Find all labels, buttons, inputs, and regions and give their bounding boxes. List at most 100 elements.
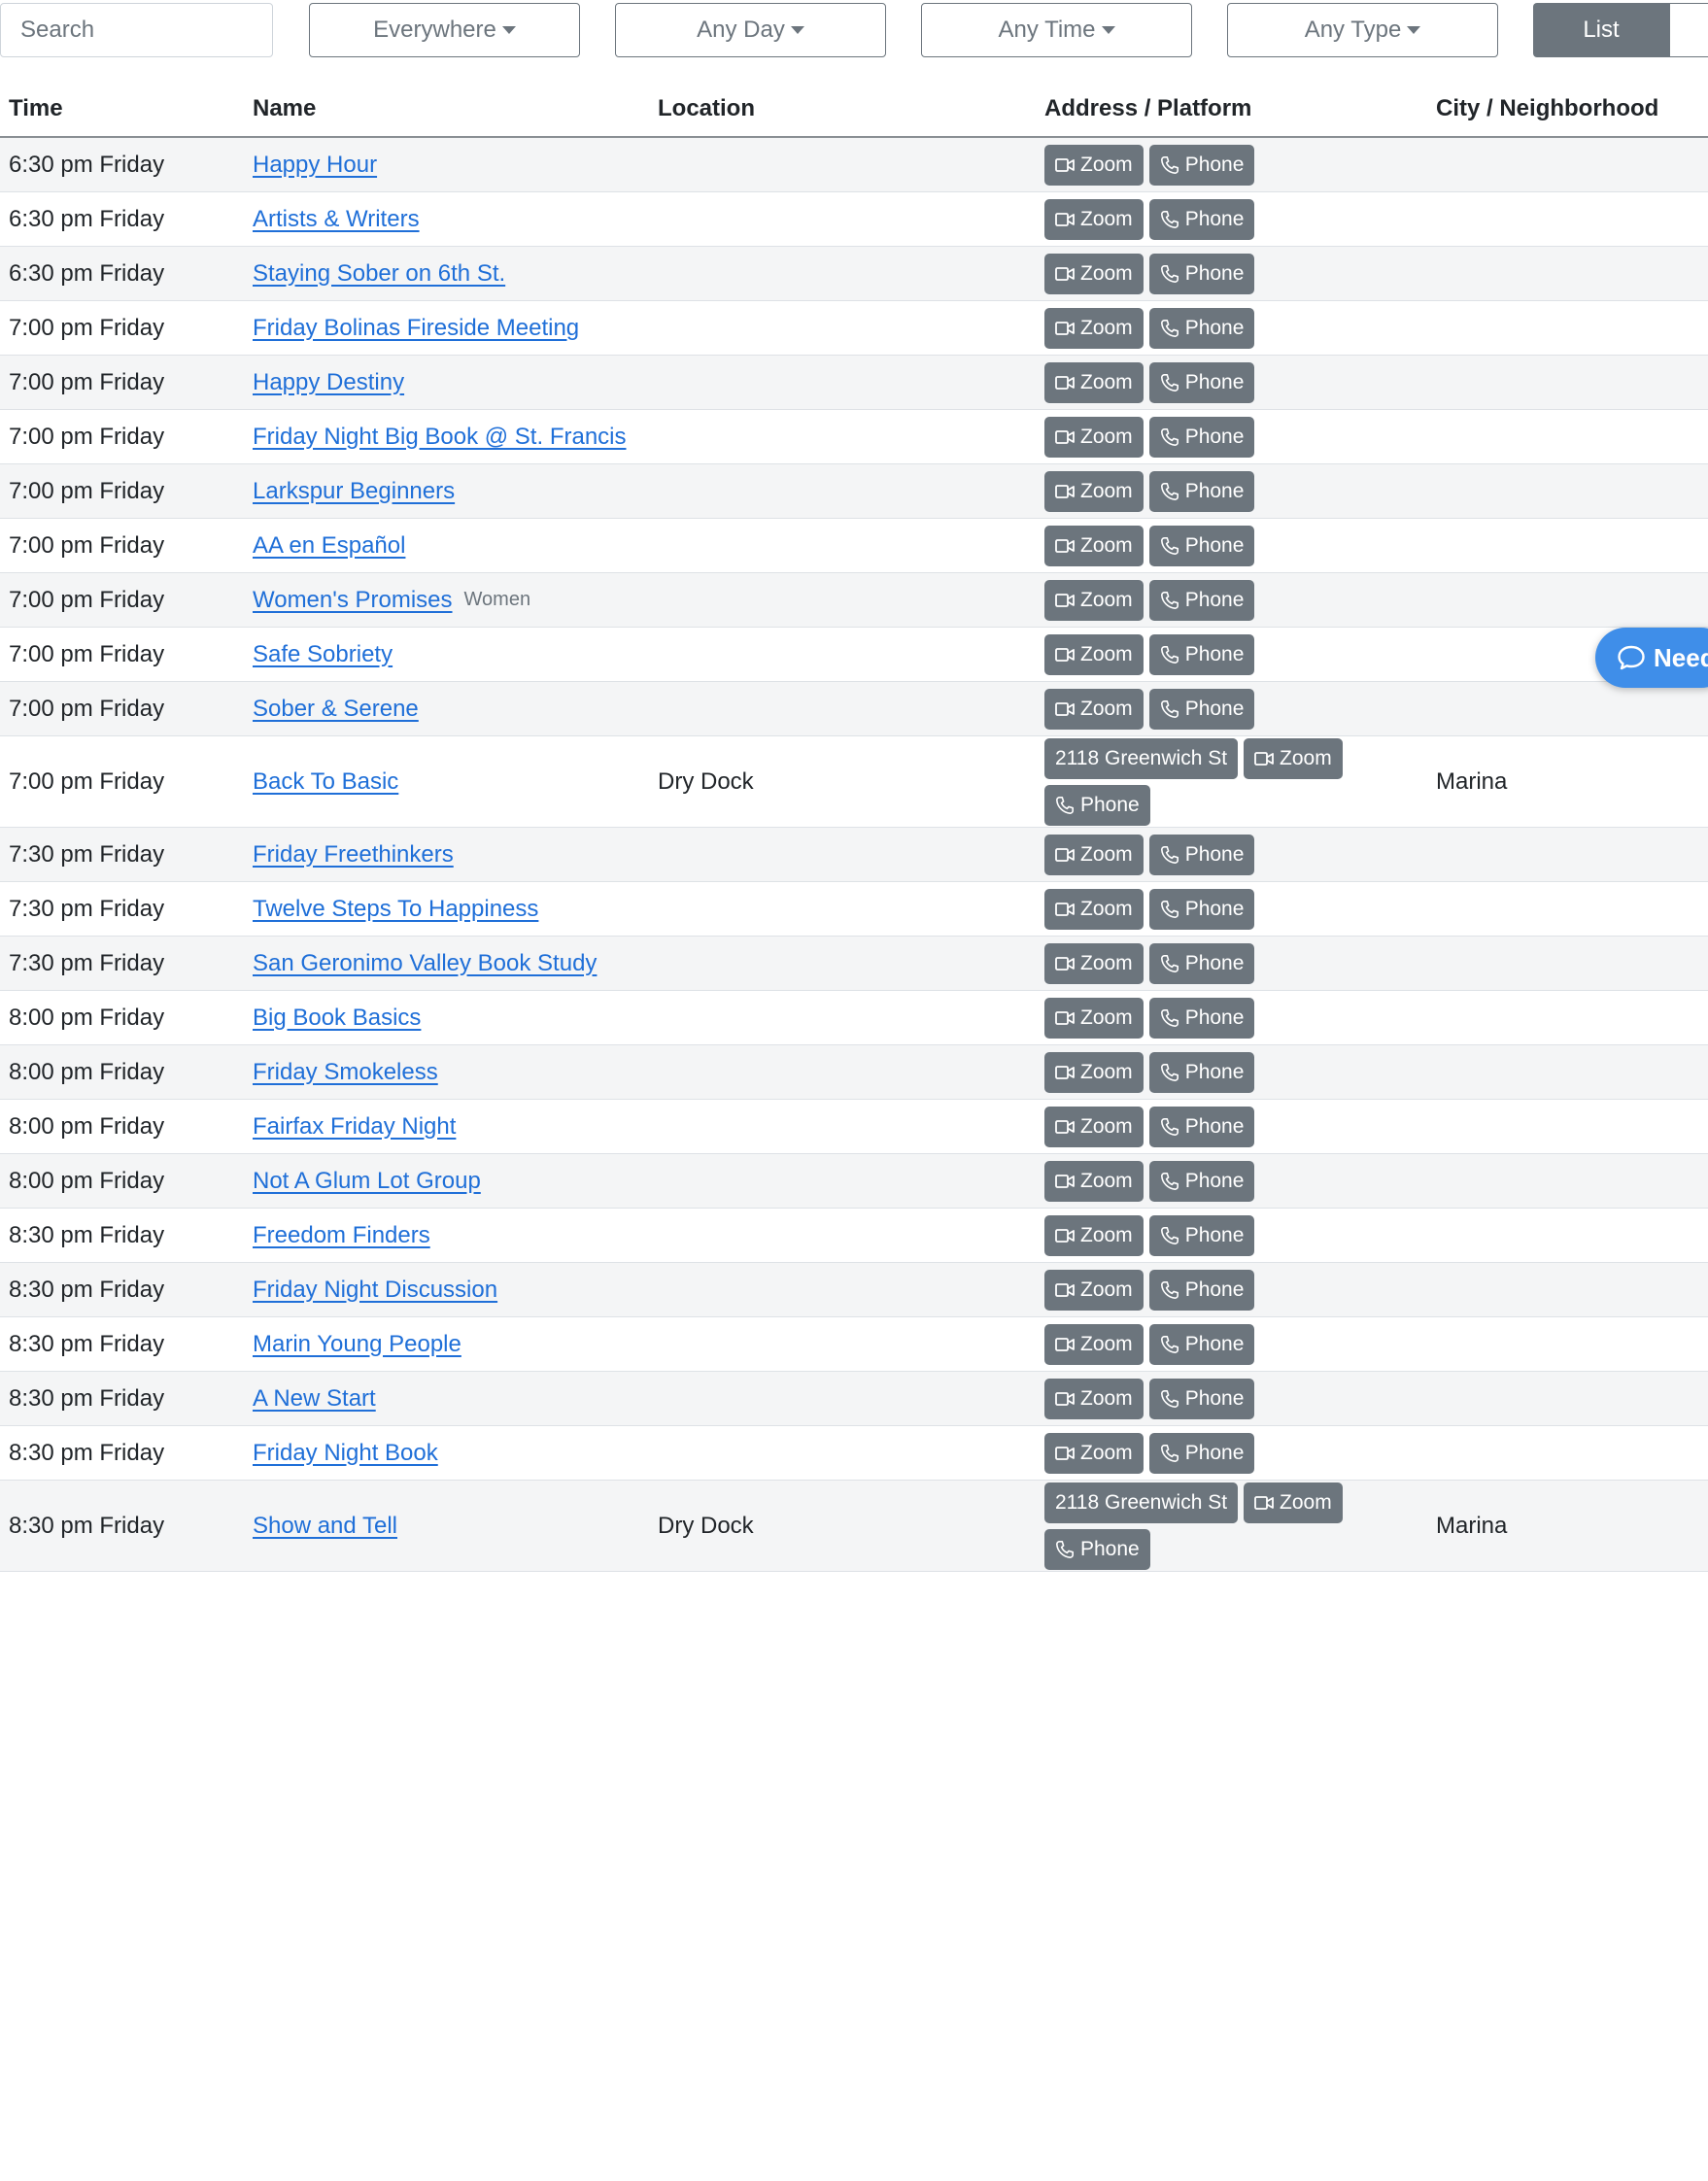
zoom-badge[interactable]: Zoom [1044, 633, 1144, 675]
zoom-badge[interactable]: Zoom [1044, 1051, 1144, 1093]
zoom-badge[interactable]: Zoom [1044, 1378, 1144, 1419]
phone-badge[interactable]: Phone [1148, 416, 1255, 458]
zoom-badge[interactable]: Zoom [1044, 307, 1144, 349]
zoom-badge[interactable]: Zoom [1044, 688, 1144, 730]
phone-icon [1160, 645, 1179, 664]
phone-badge[interactable]: Phone [1148, 307, 1255, 349]
zoom-badge[interactable]: Zoom [1044, 470, 1144, 512]
phone-badge[interactable]: Phone [1148, 1051, 1255, 1093]
phone-badge[interactable]: Phone [1148, 1106, 1255, 1147]
header-name[interactable]: Name [253, 97, 316, 120]
header-time[interactable]: Time [9, 97, 63, 120]
meeting-name-link[interactable]: Not A Glum Lot Group [253, 1168, 481, 1195]
zoom-badge[interactable]: Zoom [1044, 144, 1144, 186]
meeting-name-cell: AA en Español [253, 519, 405, 572]
meeting-name-link[interactable]: Friday Night Big Book @ St. Francis [253, 424, 627, 451]
phone-badge[interactable]: Phone [1148, 144, 1255, 186]
map-view-button[interactable] [1669, 3, 1708, 57]
meeting-name-link[interactable]: Staying Sober on 6th St. [253, 260, 505, 288]
zoom-badge[interactable]: Zoom [1044, 361, 1144, 403]
meeting-platforms: Zoom Phone [1044, 519, 1375, 572]
video-camera-icon [1055, 1391, 1075, 1406]
zoom-badge[interactable]: Zoom [1044, 525, 1144, 566]
video-camera-icon [1055, 1119, 1075, 1134]
meeting-name-link[interactable]: San Geronimo Valley Book Study [253, 950, 597, 977]
header-address[interactable]: Address / Platform [1044, 97, 1251, 120]
meeting-name-link[interactable]: AA en Español [253, 532, 405, 560]
type-dropdown[interactable]: Any Type [1227, 3, 1498, 57]
zoom-badge[interactable]: Zoom [1044, 834, 1144, 875]
time-dropdown[interactable]: Any Time [921, 3, 1192, 57]
meeting-name-link[interactable]: Sober & Serene [253, 696, 419, 723]
phone-badge[interactable]: Phone [1148, 834, 1255, 875]
zoom-badge[interactable]: Zoom [1044, 1160, 1144, 1202]
meeting-name-link[interactable]: Happy Hour [253, 152, 377, 179]
zoom-badge[interactable]: Zoom [1044, 997, 1144, 1039]
phone-badge[interactable]: Phone [1044, 1528, 1150, 1570]
zoom-badge[interactable]: Zoom [1044, 1269, 1144, 1311]
zoom-badge[interactable]: Zoom [1044, 416, 1144, 458]
phone-badge-label: Phone [1184, 1060, 1245, 1083]
zoom-badge[interactable]: Zoom [1044, 888, 1144, 930]
meeting-name-link[interactable]: Marin Young People [253, 1331, 461, 1358]
phone-badge[interactable]: Phone [1148, 1269, 1255, 1311]
phone-badge[interactable]: Phone [1148, 198, 1255, 240]
zoom-badge[interactable]: Zoom [1044, 1214, 1144, 1256]
zoom-badge[interactable]: Zoom [1044, 942, 1144, 984]
meeting-name-link[interactable]: Freedom Finders [253, 1222, 430, 1249]
phone-badge[interactable]: Phone [1148, 942, 1255, 984]
meeting-name-link[interactable]: Friday Freethinkers [253, 841, 454, 869]
zoom-badge[interactable]: Zoom [1044, 579, 1144, 621]
phone-badge[interactable]: Phone [1148, 579, 1255, 621]
zoom-badge[interactable]: Zoom [1044, 1432, 1144, 1474]
phone-badge[interactable]: Phone [1148, 688, 1255, 730]
phone-badge[interactable]: Phone [1148, 1323, 1255, 1365]
phone-badge[interactable]: Phone [1148, 1160, 1255, 1202]
meeting-name-link[interactable]: Safe Sobriety [253, 641, 393, 668]
meeting-name-link[interactable]: Happy Destiny [253, 369, 404, 396]
phone-badge[interactable]: Phone [1044, 784, 1150, 826]
header-city[interactable]: City / Neighborhood [1436, 97, 1658, 120]
phone-badge[interactable]: Phone [1148, 361, 1255, 403]
meeting-time: 8:00 pm Friday [9, 1100, 164, 1153]
phone-badge[interactable]: Phone [1148, 1214, 1255, 1256]
phone-badge[interactable]: Phone [1148, 470, 1255, 512]
zoom-badge[interactable]: Zoom [1044, 1323, 1144, 1365]
list-view-button[interactable]: List [1533, 3, 1669, 57]
phone-badge[interactable]: Phone [1148, 525, 1255, 566]
meeting-name-link[interactable]: Show and Tell [253, 1513, 397, 1540]
zoom-badge[interactable]: Zoom [1244, 1482, 1343, 1523]
meeting-platforms: Zoom Phone [1044, 882, 1375, 936]
meeting-name-link[interactable]: Friday Bolinas Fireside Meeting [253, 315, 579, 342]
phone-badge[interactable]: Phone [1148, 253, 1255, 294]
meeting-name-link[interactable]: A New Start [253, 1385, 376, 1413]
meeting-name-link[interactable]: Big Book Basics [253, 1005, 421, 1032]
day-dropdown[interactable]: Any Day [615, 3, 886, 57]
meeting-name-link[interactable]: Friday Smokeless [253, 1059, 438, 1086]
meeting-name-link[interactable]: Back To Basic [253, 768, 398, 796]
phone-badge[interactable]: Phone [1148, 1432, 1255, 1474]
meeting-name-link[interactable]: Women's Promises [253, 587, 453, 614]
table-row: 8:30 pm Friday Show and Tell Dry Dock 2118 … [0, 1481, 1708, 1572]
phone-badge[interactable]: Phone [1148, 633, 1255, 675]
zoom-badge[interactable]: Zoom [1044, 253, 1144, 294]
search-input[interactable] [1, 4, 272, 56]
zoom-badge[interactable]: Zoom [1044, 1106, 1144, 1147]
address-badge[interactable]: 2118 Greenwich St [1044, 1482, 1239, 1523]
meeting-name-link[interactable]: Larkspur Beginners [253, 478, 455, 505]
zoom-badge[interactable]: Zoom [1244, 737, 1343, 779]
phone-badge[interactable]: Phone [1148, 888, 1255, 930]
phone-badge[interactable]: Phone [1148, 1378, 1255, 1419]
meeting-time-text: 6:30 pm Friday [9, 259, 165, 287]
address-badge[interactable]: 2118 Greenwich St [1044, 737, 1239, 779]
meeting-name-link[interactable]: Artists & Writers [253, 206, 420, 233]
phone-badge[interactable]: Phone [1148, 997, 1255, 1039]
meeting-name-link[interactable]: Friday Night Book [253, 1440, 438, 1467]
meeting-name-link[interactable]: Friday Night Discussion [253, 1277, 497, 1304]
header-location[interactable]: Location [658, 97, 755, 120]
meeting-name-link[interactable]: Fairfax Friday Night [253, 1113, 456, 1141]
chat-widget-button[interactable]: Need [1595, 628, 1708, 688]
meeting-name-link[interactable]: Twelve Steps To Happiness [253, 896, 538, 923]
region-dropdown[interactable]: Everywhere [309, 3, 580, 57]
zoom-badge[interactable]: Zoom [1044, 198, 1144, 240]
